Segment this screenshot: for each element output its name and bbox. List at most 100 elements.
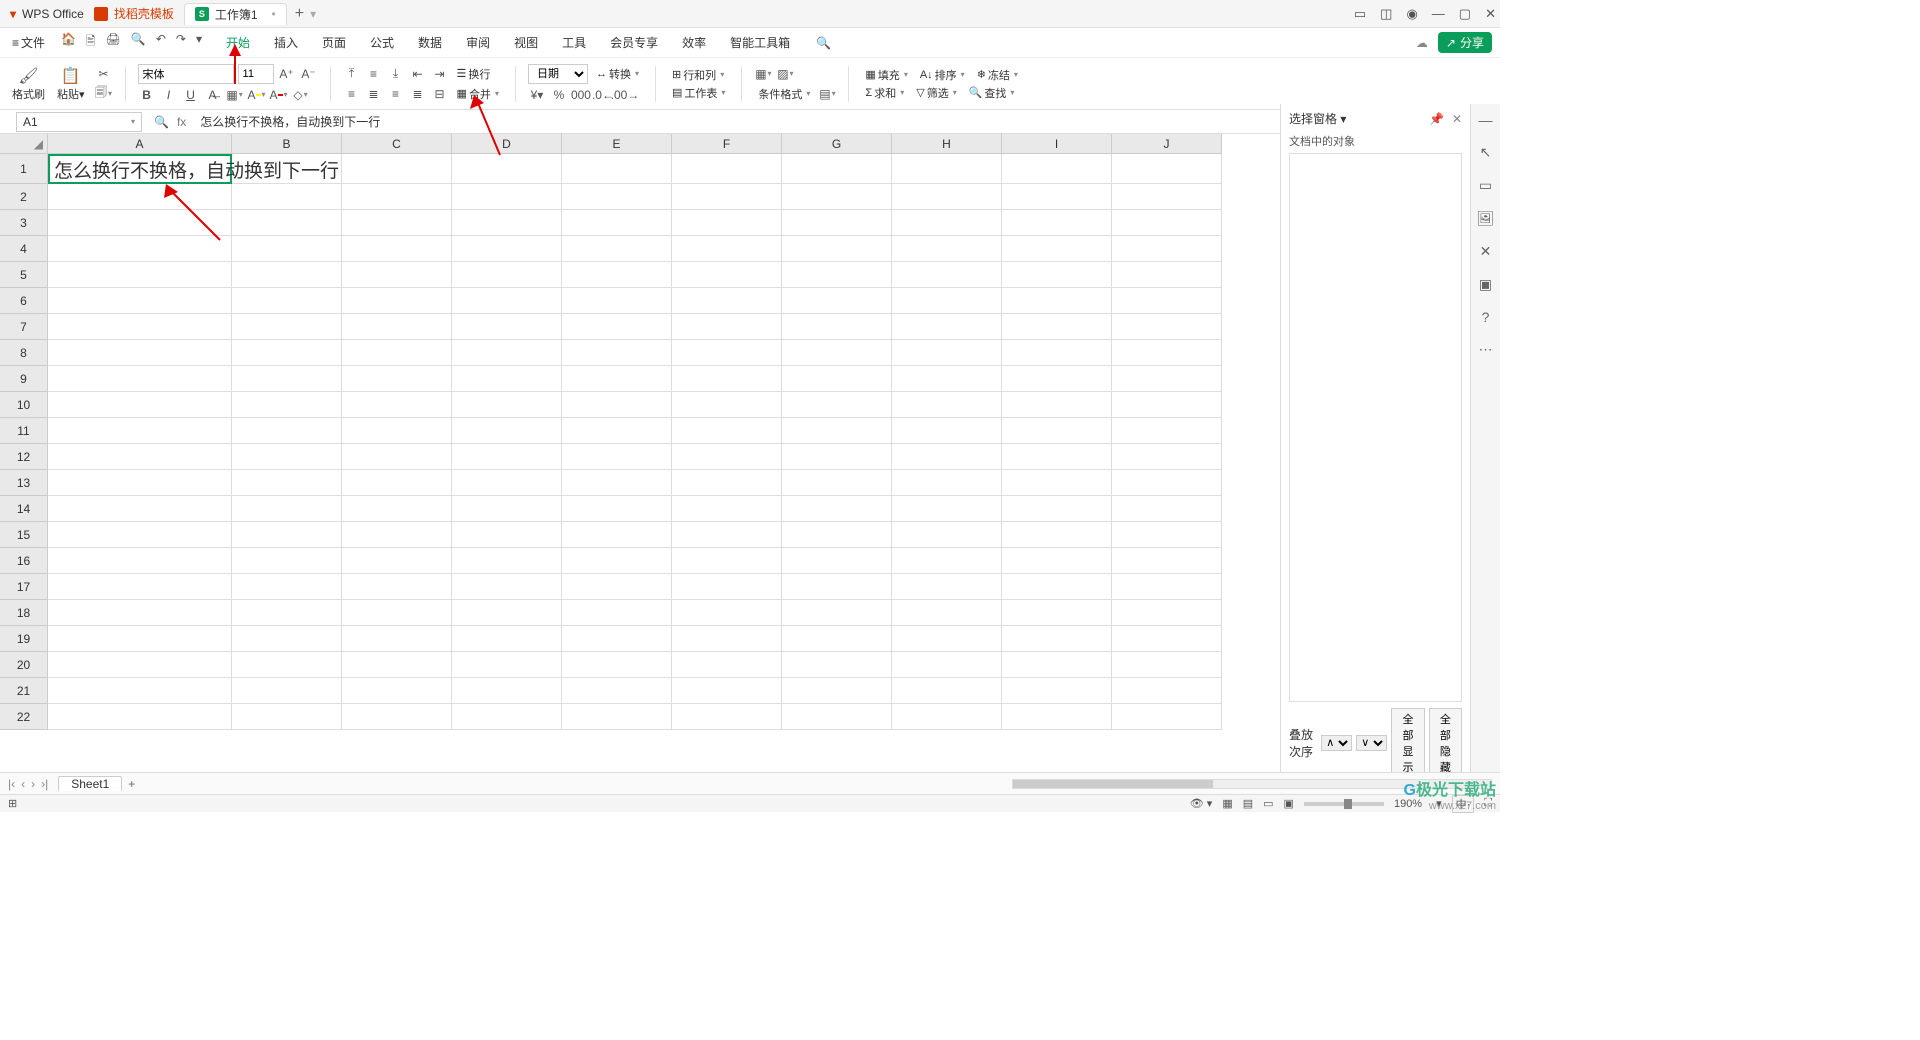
paste-button[interactable]: 📋粘贴▾ (55, 66, 87, 102)
cube-icon[interactable]: ◫ (1380, 6, 1392, 22)
share-button[interactable]: ↗ 分享 (1438, 32, 1492, 53)
format-icon[interactable]: ▤ (818, 85, 836, 103)
row-header[interactable]: 19 (0, 626, 48, 652)
preview-icon[interactable]: 🔍 (131, 32, 146, 53)
filter-button[interactable]: ▽ 筛选 (912, 85, 960, 101)
cell[interactable] (1112, 288, 1222, 314)
cell[interactable] (452, 626, 562, 652)
strike-icon[interactable]: A̶ (204, 86, 222, 104)
font-color-icon[interactable]: A (270, 86, 288, 104)
cell[interactable] (782, 496, 892, 522)
row-header[interactable]: 21 (0, 678, 48, 704)
cell[interactable] (782, 704, 892, 730)
cell[interactable] (672, 366, 782, 392)
align-center-icon[interactable]: ≣ (365, 85, 383, 103)
first-sheet-icon[interactable]: |‹ (8, 777, 15, 791)
cell[interactable] (892, 652, 1002, 678)
cell[interactable] (232, 548, 342, 574)
cell[interactable] (232, 626, 342, 652)
cell[interactable] (342, 184, 452, 210)
cell[interactable] (562, 470, 672, 496)
cell[interactable] (342, 704, 452, 730)
col-header[interactable]: A (48, 134, 232, 154)
cell[interactable] (672, 314, 782, 340)
cell[interactable] (342, 652, 452, 678)
cell[interactable] (48, 288, 232, 314)
increase-font-icon[interactable]: A⁺ (278, 65, 296, 83)
cell[interactable] (232, 340, 342, 366)
cell[interactable] (892, 314, 1002, 340)
cell[interactable] (1002, 314, 1112, 340)
cell[interactable] (232, 522, 342, 548)
cell[interactable] (892, 444, 1002, 470)
increase-decimal-icon[interactable]: .00→ (616, 86, 634, 104)
menu-start[interactable]: 开始 (214, 34, 262, 51)
cell[interactable] (1002, 418, 1112, 444)
cell[interactable] (232, 418, 342, 444)
row-header[interactable]: 12 (0, 444, 48, 470)
cell[interactable] (1002, 600, 1112, 626)
cell[interactable] (562, 184, 672, 210)
tab-template[interactable]: 找稻壳模板 (84, 3, 184, 25)
cell[interactable] (1112, 154, 1222, 184)
cell[interactable] (232, 600, 342, 626)
cell[interactable] (452, 704, 562, 730)
cell[interactable] (452, 314, 562, 340)
cell[interactable] (672, 470, 782, 496)
sheet-tab-1[interactable]: Sheet1 (58, 776, 122, 791)
cell[interactable] (782, 366, 892, 392)
cell[interactable] (1112, 522, 1222, 548)
cell[interactable] (452, 154, 562, 184)
cell[interactable] (892, 288, 1002, 314)
menu-tools[interactable]: 工具 (550, 34, 598, 51)
cell[interactable] (562, 210, 672, 236)
cell[interactable] (1112, 548, 1222, 574)
row-header[interactable]: 5 (0, 262, 48, 288)
cell[interactable] (452, 184, 562, 210)
cell[interactable] (892, 600, 1002, 626)
cell[interactable] (1112, 262, 1222, 288)
cell[interactable] (782, 678, 892, 704)
close-pane-icon[interactable]: ✕ (1452, 112, 1462, 126)
cell[interactable] (562, 288, 672, 314)
cell[interactable] (1112, 600, 1222, 626)
cell[interactable] (232, 470, 342, 496)
cell[interactable] (48, 496, 232, 522)
menu-formula[interactable]: 公式 (358, 34, 406, 51)
cell[interactable] (452, 652, 562, 678)
cell[interactable] (452, 574, 562, 600)
cell[interactable] (48, 444, 232, 470)
next-sheet-icon[interactable]: › (31, 777, 35, 791)
cell[interactable] (892, 184, 1002, 210)
cell[interactable] (232, 262, 342, 288)
prev-sheet-icon[interactable]: ‹ (21, 777, 25, 791)
bold-icon[interactable]: B (138, 86, 156, 104)
cell[interactable] (232, 678, 342, 704)
cell[interactable] (48, 366, 232, 392)
menu-efficiency[interactable]: 效率 (670, 34, 718, 51)
tab-menu-icon[interactable]: ▾ (310, 7, 316, 21)
cell[interactable] (782, 154, 892, 184)
cell[interactable] (672, 340, 782, 366)
cell[interactable] (232, 652, 342, 678)
cell[interactable] (562, 262, 672, 288)
cell[interactable] (1002, 184, 1112, 210)
cell[interactable] (1112, 392, 1222, 418)
col-header[interactable]: J (1112, 134, 1222, 154)
cell[interactable]: 怎么换行不换格，自动换到下一行 (48, 154, 232, 184)
cell[interactable] (232, 574, 342, 600)
increase-indent-icon[interactable]: ⇥ (431, 65, 449, 83)
cell[interactable] (1112, 678, 1222, 704)
view-normal-icon[interactable]: ▦ (1222, 797, 1232, 810)
print-icon[interactable]: 🖨 (106, 32, 121, 53)
cell[interactable] (892, 626, 1002, 652)
cell[interactable] (452, 678, 562, 704)
cell[interactable] (892, 548, 1002, 574)
cell[interactable] (672, 704, 782, 730)
row-header[interactable]: 16 (0, 548, 48, 574)
decrease-font-icon[interactable]: A⁻ (300, 65, 318, 83)
menu-smart[interactable]: 智能工具箱 (718, 34, 802, 51)
find-button[interactable]: 🔍 查找 (965, 85, 1019, 101)
cell[interactable] (892, 418, 1002, 444)
italic-icon[interactable]: I (160, 86, 178, 104)
